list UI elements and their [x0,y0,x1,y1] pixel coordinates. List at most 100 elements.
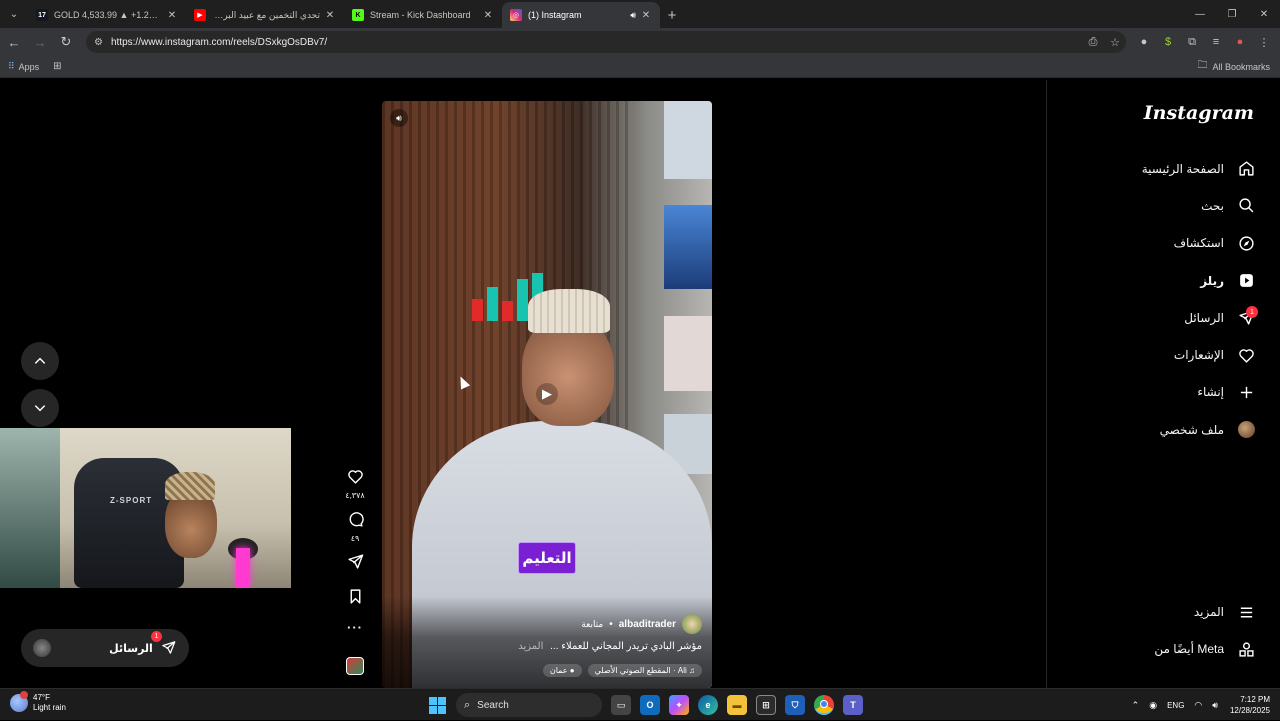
taskbar-search[interactable]: ⌕ Search [456,693,602,717]
language-indicator[interactable]: ENG [1167,701,1184,710]
tab-groups-icon[interactable]: ⊞ [53,61,61,72]
messages-badge: 1 [1246,306,1258,319]
reel-caption[interactable]: مؤشر البادي تريدر المجاني للعملاء ... ال… [518,641,702,652]
more-options-icon[interactable]: ··· [338,620,372,635]
tab-instagram[interactable]: ◎ (1) Instagram 🔊︎ ✕ [502,2,660,28]
clock[interactable]: 7:12 PM 12/28/2025 [1230,694,1270,716]
menu-kebab-icon[interactable]: ⋮ [1252,36,1276,49]
extension-green-icon[interactable]: $ [1156,36,1180,49]
instagram-logo[interactable]: Instagram [1144,102,1254,124]
chevron-down-icon [34,405,46,412]
sidebar-item-reels[interactable]: ريلز [1046,262,1280,299]
caption-more-link[interactable]: المزيد [518,641,543,652]
weather-widget[interactable]: 47°F Light rain [10,691,66,713]
sidebar-item-more[interactable]: المزيد [1046,593,1280,630]
sidebar-bottom: المزيد أيضًا من Meta [1046,593,1280,668]
tab-search-icon[interactable]: ⌄ [0,0,28,28]
sidebar-item-home[interactable]: الصفحة الرئيسية [1046,150,1280,187]
audio-thumbnail[interactable] [338,657,372,675]
sidebar-item-notifications[interactable]: الإشعارات [1046,336,1280,373]
sidebar-item-label: الإشعارات [1173,348,1224,363]
bookmark-apps[interactable]: ⠿ Apps [8,61,39,72]
tray-expand-icon[interactable]: ⌃ [1132,700,1140,711]
address-bar[interactable]: ⚙ https://www.instagram.com/reels/DSxkgO… [86,31,1126,53]
taskbar-apps: ⌕ Search ▭ O ✦ e ▬ ⊞ ⛉ T [424,692,863,718]
follow-button[interactable]: متابعة [581,619,603,630]
close-tab-icon[interactable]: ✕ [482,10,494,21]
tab-title: Stream - Kick Dashboard [370,10,471,20]
start-button[interactable] [424,692,450,718]
store-icon[interactable]: ⊞ [756,695,776,715]
media-control-icon[interactable]: ≡ [1204,36,1228,49]
close-tab-icon[interactable]: ✕ [166,10,178,21]
chevron-up-icon [34,357,46,364]
file-explorer-icon[interactable]: ▬ [727,695,747,715]
window-controls: — ❐ ✕ [1184,0,1280,28]
previous-reel-button[interactable] [21,342,59,380]
close-window-icon[interactable]: ✕ [1248,0,1280,28]
outlook-icon[interactable]: O [640,695,660,715]
user-avatar[interactable] [682,614,702,634]
sidebar-item-meta[interactable]: أيضًا من Meta [1046,631,1280,668]
extensions-puzzle-icon[interactable]: ⧉ [1180,36,1204,49]
save-button[interactable] [338,588,372,610]
restore-icon[interactable]: ❐ [1216,0,1248,28]
browser-tab-bar: ⌄ 17 GOLD 4,533.99 ▲ +1.22% Unn ✕ ▶ تحدي… [0,0,1280,28]
presenter-cap [528,289,610,333]
forward-icon[interactable]: → [28,30,52,54]
url-text[interactable]: https://www.instagram.com/reels/DSxkgOsD… [111,37,1082,48]
audio-cover-icon [346,657,364,675]
sidebar-item-search[interactable]: بحث [1046,187,1280,224]
comment-icon [349,512,364,527]
extension-circle-icon[interactable]: ● [1132,36,1156,49]
volume-icon[interactable]: 🔊︎ [1212,700,1218,711]
teams-icon[interactable]: T [843,695,863,715]
tab-gold[interactable]: 17 GOLD 4,533.99 ▲ +1.22% Unn ✕ [28,2,186,28]
back-icon[interactable]: ← [2,30,26,54]
site-info-icon[interactable]: ⚙ [94,37,103,48]
speaker-icon[interactable]: 🔊︎ [630,10,636,21]
sidebar-item-explore[interactable]: استكشاف [1046,225,1280,262]
explore-icon [1236,233,1256,253]
tab-title: GOLD 4,533.99 ▲ +1.22% Unn [54,10,162,20]
edge-icon[interactable]: e [698,695,718,715]
comment-button[interactable]: ٤٩ [338,511,372,543]
play-icon[interactable]: ▶ [536,383,558,405]
profile-avatar-icon[interactable]: ● [1228,36,1252,49]
sound-icon[interactable]: 🔊︎ [390,109,408,127]
chair-brand: Z-SPORT [110,496,153,505]
tab-kick[interactable]: K Stream - Kick Dashboard ✕ [344,2,502,28]
like-button[interactable]: ٤,٣٧٨ [338,468,372,500]
menu-icon [1236,602,1256,622]
minimize-icon[interactable]: — [1184,0,1216,28]
reel-video[interactable]: 🔊︎ ▶ التعليم متابعة • albaditrader مؤشر … [382,101,712,688]
chrome-icon[interactable] [814,695,834,715]
install-app-icon[interactable]: ⎙ [1082,36,1104,49]
discord-icon[interactable]: ◉ [1149,700,1157,711]
tab-youtube[interactable]: ▶ تحدي التخمين مع عبيد البريطاني ✕ [186,2,344,28]
security-icon[interactable]: ⛉ [785,695,805,715]
audio-chip[interactable]: ♫ Ali · المقطع الصوتي الأصلي [587,664,702,677]
sidebar-item-profile[interactable]: ملف شخصي [1046,411,1280,448]
bookmarks-bar: ⠿ Apps ⊞ 🗀︎ All Bookmarks [0,56,1280,78]
bookmark-star-icon[interactable]: ☆ [1104,36,1126,49]
new-tab-button[interactable]: + [660,2,684,28]
sidebar-item-label: المزيد [1193,605,1224,620]
tab-title: (1) Instagram [528,10,582,20]
wifi-icon[interactable]: ◠ [1194,700,1202,711]
reload-icon[interactable]: ↻ [54,30,78,54]
messages-pill-button[interactable]: الرسائل 1 [21,629,189,667]
next-reel-button[interactable] [21,389,59,427]
location-chip[interactable]: ● عمان [542,664,582,677]
all-bookmarks[interactable]: 🗀︎ All Bookmarks [1197,58,1270,75]
share-button[interactable] [338,553,372,575]
sidebar-item-messages[interactable]: الرسائل 1 [1046,299,1280,336]
username-link[interactable]: albaditrader [619,619,676,630]
sidebar-item-create[interactable]: إنشاء [1046,374,1280,411]
sidebar-item-label: الرسائل [1184,310,1224,325]
task-view-icon[interactable]: ▭ [611,695,631,715]
close-tab-icon[interactable]: ✕ [324,10,336,21]
copilot-icon[interactable]: ✦ [669,695,689,715]
messages-icon: 1 [150,631,177,656]
close-tab-icon[interactable]: ✕ [640,10,652,21]
